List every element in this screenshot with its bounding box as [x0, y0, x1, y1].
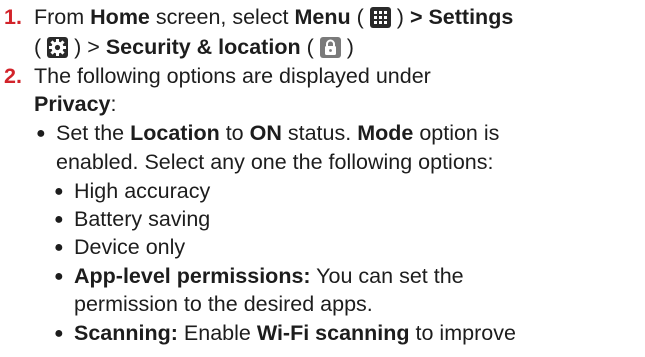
paren-open: (: [356, 5, 364, 29]
step-2-number: 2.: [4, 64, 22, 88]
text: option is: [419, 121, 500, 145]
grid-menu-icon: [369, 7, 391, 28]
on-label: ON: [249, 121, 282, 145]
text: to: [225, 121, 244, 145]
step-1-line-1: From Home screen, select Menu ( ) > Sett…: [34, 5, 513, 30]
text: Set the: [56, 121, 125, 145]
step-1-number: 1.: [4, 5, 22, 29]
security-location-label: Security & location: [105, 35, 301, 59]
step-1-screen-select: screen, select: [155, 5, 289, 29]
step-2-line-2: Privacy:: [34, 92, 117, 117]
text: to improve: [415, 321, 516, 345]
paren-close: ): [396, 5, 404, 29]
separator: >: [87, 35, 100, 59]
app-permissions-line-2: permission to the desired apps.: [74, 292, 373, 316]
settings-gear-icon: [47, 37, 69, 58]
privacy-label: Privacy: [34, 92, 111, 116]
bullet: ●: [36, 125, 46, 142]
mode-label: Mode: [357, 121, 414, 145]
step-2-line-1: The following options are displayed unde…: [34, 64, 431, 88]
lock-icon: [319, 37, 341, 58]
app-permissions-label: App-level permissions:: [74, 264, 311, 288]
step-1-from: From: [34, 5, 85, 29]
home-label: Home: [90, 5, 150, 29]
location-bullet-line-1: Set the Location to ON status. Mode opti…: [56, 121, 499, 146]
app-permissions-line-1: App-level permissions: You can set the: [74, 264, 464, 289]
bullet: ●: [54, 183, 64, 200]
bullet: ●: [54, 268, 64, 285]
mode-option: Battery saving: [74, 207, 211, 231]
paren-open: (: [34, 35, 42, 59]
settings-label: > Settings: [409, 5, 514, 29]
scanning-label: Scanning:: [74, 321, 178, 345]
mode-option: Device only: [74, 235, 186, 259]
bullet: ●: [54, 325, 64, 342]
scanning-line: Scanning: Enable Wi-Fi scanning to impro…: [74, 321, 516, 346]
location-bullet-line-2: enabled. Select any one the following op…: [56, 150, 494, 174]
mode-option: High accuracy: [74, 179, 211, 203]
text: Enable: [183, 321, 251, 345]
menu-label: Menu: [294, 5, 351, 29]
text: You can set the: [316, 264, 464, 288]
instruction-document: 1. From Home screen, select Menu ( ) > S…: [0, 0, 645, 357]
paren-open: (: [306, 35, 314, 59]
bullet: ●: [54, 211, 64, 228]
location-label: Location: [130, 121, 220, 145]
text: status.: [287, 121, 352, 145]
wifi-scanning-label: Wi-Fi scanning: [256, 321, 410, 345]
step-1-line-2: ( ) > Security & location (): [34, 35, 354, 60]
paren-close: ): [74, 35, 82, 59]
bullet: ●: [54, 239, 64, 256]
paren-close: ): [346, 35, 354, 59]
colon: :: [110, 92, 117, 116]
